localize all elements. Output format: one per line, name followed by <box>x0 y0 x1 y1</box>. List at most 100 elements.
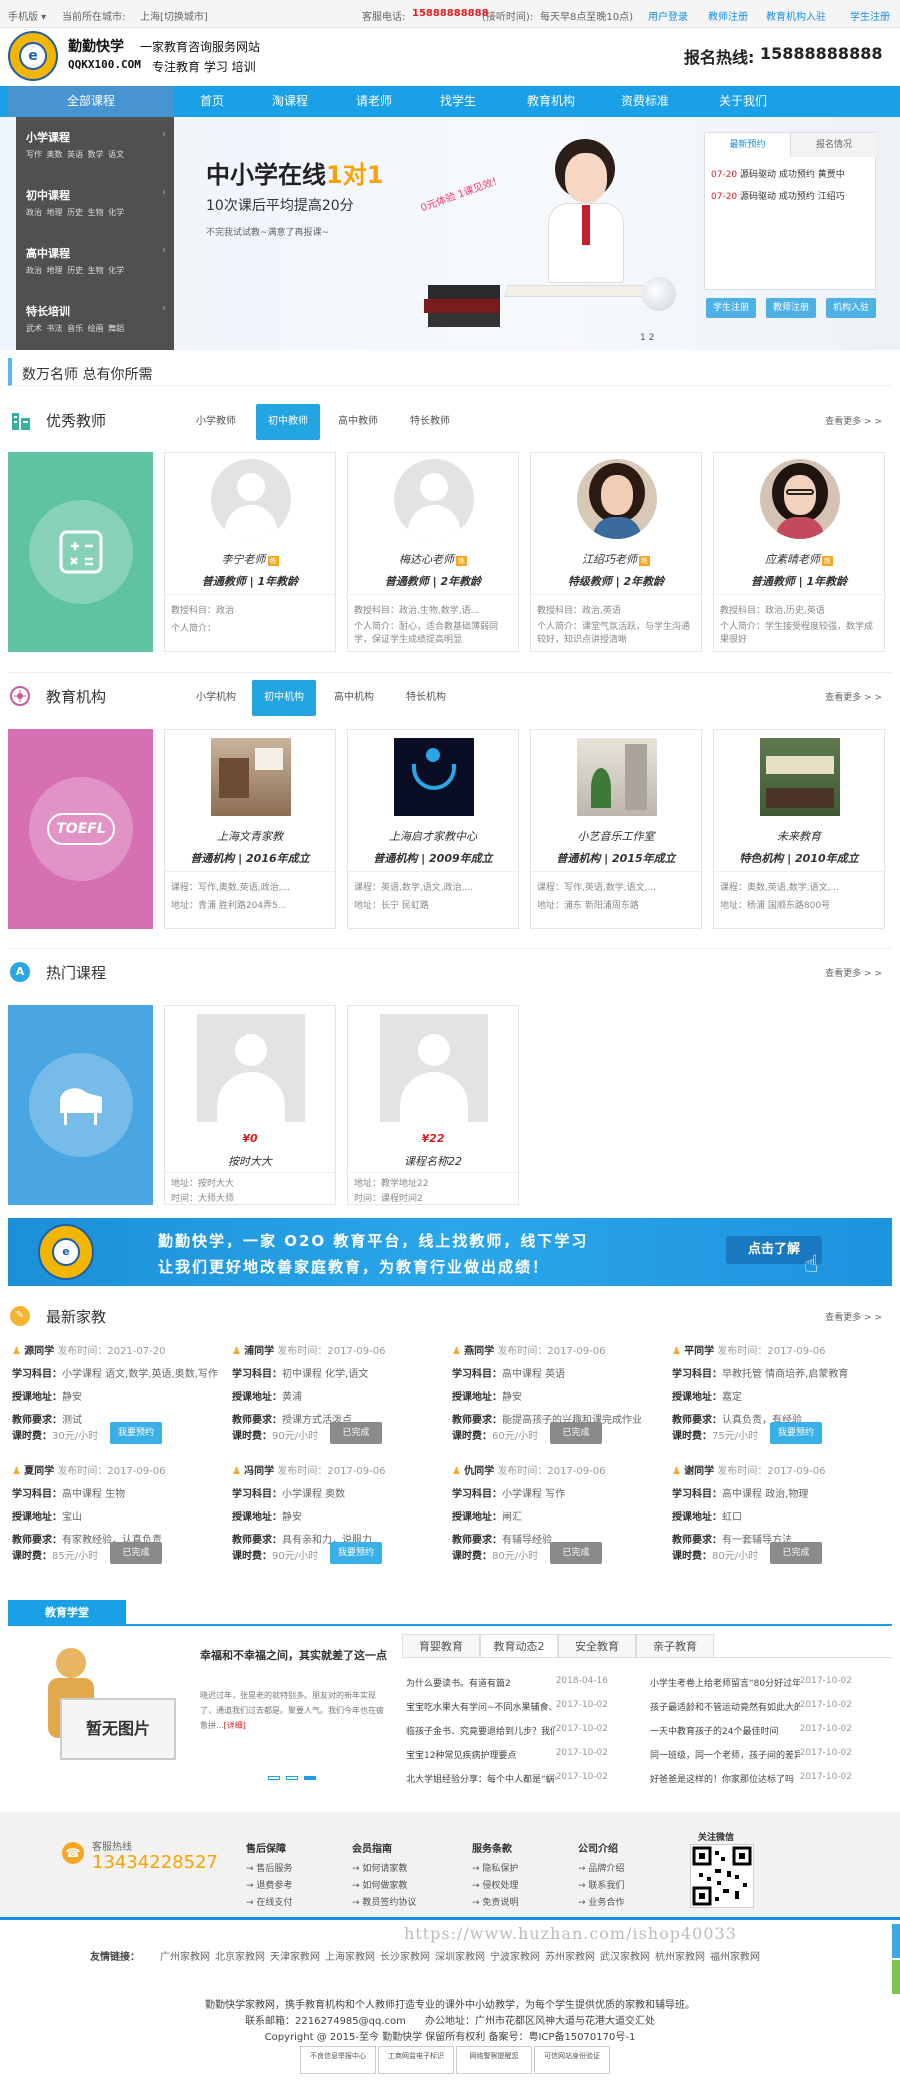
tab-junior-teachers[interactable]: 初中教师 <box>256 404 320 440</box>
jobs-more-link[interactable]: 查看更多 > > <box>825 1310 882 1323</box>
tab-safety-education[interactable]: 安全教育 <box>558 1634 636 1658</box>
category-junior[interactable]: 初中课程 政治 地理 历史 生物 化学 › <box>26 187 166 218</box>
promo-banner[interactable]: e 勤勤快学，一家 O2O 教育平台，线上找教师，线下学习 让我们更好地改善家庭… <box>8 1218 892 1286</box>
friend-link[interactable]: 上海家教网 <box>325 1952 375 1963</box>
book-button[interactable]: 我要预约 <box>110 1422 162 1444</box>
orgs-more-link[interactable]: 查看更多 > > <box>825 690 882 703</box>
completed-button[interactable]: 已完成 <box>550 1542 602 1564</box>
tab-senior-orgs[interactable]: 高中机构 <box>326 680 382 716</box>
banner-page-dots[interactable]: 1 2 <box>640 333 654 343</box>
course-card[interactable]: ¥22 课程名称22 地址：教学地址22 时间：课程时间2 <box>347 1005 519 1205</box>
nav-students[interactable]: 找学生 <box>430 86 486 117</box>
nav-all-courses[interactable]: 全部课程 <box>8 86 174 117</box>
cert-badge[interactable]: 网络警察提醒您 <box>456 2046 532 2074</box>
footer-link[interactable]: → 如何做家教 <box>352 1878 416 1891</box>
org-card[interactable]: 小艺音乐工作室 普通机构 | 2015年成立 课程：写作,英语,数学,语文,..… <box>530 729 702 929</box>
org-card[interactable]: 上海文青家教 普通机构 | 2016年成立 课程：写作,奥数,英语,政治,...… <box>164 729 336 929</box>
nav-courses[interactable]: 淘课程 <box>262 86 318 117</box>
news-item[interactable]: 同一班级，同一个老师，孩子间的差异从哪2017-10-02 <box>650 1748 852 1761</box>
tab-education-news[interactable]: 教育动态2 <box>480 1634 558 1658</box>
tab-talent-orgs[interactable]: 特长机构 <box>398 680 454 716</box>
news-item[interactable]: 临孩子金书、究竟要退给到儿步？我们都错2017-10-02 <box>406 1724 608 1737</box>
footer-link[interactable]: → 售后服务 <box>246 1861 292 1874</box>
tab-senior-teachers[interactable]: 高中教师 <box>330 404 386 440</box>
footer-link[interactable]: → 业务合作 <box>578 1895 624 1908</box>
orgs-tile[interactable]: TOEFL <box>8 729 153 929</box>
slider-dot[interactable] <box>268 1776 280 1780</box>
tab-registration[interactable]: 报名情况 <box>791 133 877 157</box>
teacher-card[interactable]: 梅达心老师练 普通教师 | 2年教龄 教授科目：政治,生物,数学,语... 个人… <box>347 452 519 652</box>
teachers-more-link[interactable]: 查看更多 > > <box>825 414 882 427</box>
friend-link[interactable]: 福州家教网 <box>710 1952 760 1963</box>
login-link[interactable]: 用户登录 <box>648 8 688 23</box>
switch-city-link[interactable]: [切换城市] <box>160 8 208 23</box>
cert-badge[interactable]: 不良信息举报中心 <box>300 2046 376 2074</box>
footer-link[interactable]: → 免责说明 <box>472 1895 518 1908</box>
mobile-link[interactable]: 手机版 ▾ <box>8 8 46 23</box>
slider-dot-active[interactable] <box>304 1776 316 1780</box>
org-card[interactable]: 未来教育 特色机构 | 2010年成立 课程：奥数,英语,数学,语文,... 地… <box>713 729 885 929</box>
friend-link[interactable]: 武汉家教网 <box>600 1952 650 1963</box>
tab-primary-orgs[interactable]: 小学机构 <box>188 680 244 716</box>
tab-parenting-education[interactable]: 亲子教育 <box>636 1634 714 1658</box>
tab-primary-teachers[interactable]: 小学教师 <box>188 404 244 440</box>
friend-link[interactable]: 天津家教网 <box>270 1952 320 1963</box>
friend-link[interactable]: 北京家教网 <box>215 1952 265 1963</box>
org-register-link[interactable]: 教育机构入驻 <box>766 8 826 23</box>
article-title[interactable]: 幸福和不幸福之间，其实就差了这一点 <box>200 1648 390 1664</box>
category-senior[interactable]: 高中课程 政治 地理 历史 生物 化学 › <box>26 245 166 276</box>
footer-link[interactable]: → 退费参考 <box>246 1878 292 1891</box>
friend-link[interactable]: 长沙家教网 <box>380 1952 430 1963</box>
news-item[interactable]: 宝宝吃水果大有学问~不同水果辅食、有不2017-10-02 <box>406 1700 608 1713</box>
completed-button[interactable]: 已完成 <box>550 1422 602 1444</box>
footer-link[interactable]: → 品牌介绍 <box>578 1861 624 1874</box>
student-register-link[interactable]: 学生注册 <box>850 8 890 23</box>
slider-dot[interactable] <box>286 1776 298 1780</box>
nav-home[interactable]: 首页 <box>184 86 240 117</box>
teachers-tile[interactable] <box>8 452 153 652</box>
news-item[interactable]: 好爸爸是这样的！你家那位达标了吗 2017-10-02 <box>650 1772 852 1785</box>
teacher-card[interactable]: 江绍巧老师练 特级教师 | 2年教龄 教授科目：政治,英语 个人简介：课堂气氛活… <box>530 452 702 652</box>
friend-link[interactable]: 深圳家教网 <box>435 1952 485 1963</box>
footer-link[interactable]: → 联系我们 <box>578 1878 624 1891</box>
friend-link[interactable]: 苏州家教网 <box>545 1952 595 1963</box>
nav-fees[interactable]: 资费标准 <box>614 86 676 117</box>
side-widget-blue[interactable] <box>892 1924 900 1958</box>
nav-teachers[interactable]: 请老师 <box>346 86 402 117</box>
category-talent[interactable]: 特长培训 武术 书法 音乐 绘画 舞蹈 › <box>26 303 166 334</box>
news-item[interactable]: 孩子最适龄和不管运动竟然有如此大的区别2017-10-02 <box>650 1700 852 1713</box>
teacher-register-link[interactable]: 教师注册 <box>708 8 748 23</box>
nav-about[interactable]: 关于我们 <box>712 86 774 117</box>
news-item[interactable]: 宝宝12种常见疾病护理要点 2017-10-02 <box>406 1748 608 1761</box>
logo-icon[interactable]: e <box>8 31 58 81</box>
org-join-button[interactable]: 机构入驻 <box>826 298 876 318</box>
friend-link[interactable]: 广州家教网 <box>160 1952 210 1963</box>
tab-junior-orgs[interactable]: 初中机构 <box>252 680 316 716</box>
news-item[interactable]: 小学生考卷上给老师留言“80分好过年” 2017-10-02 <box>650 1676 852 1689</box>
student-register-button[interactable]: 学生注册 <box>706 298 756 318</box>
side-widget-green[interactable] <box>892 1960 900 1994</box>
courses-more-link[interactable]: 查看更多 > > <box>825 966 882 979</box>
news-item[interactable]: 北大学姐经验分享：每个中人都是“蜗牛” 2017-10-02 <box>406 1772 608 1785</box>
tab-infant-education[interactable]: 育婴教育 <box>402 1634 480 1658</box>
tab-talent-teachers[interactable]: 特长教师 <box>402 404 458 440</box>
book-button[interactable]: 我要预约 <box>330 1542 382 1564</box>
friend-link[interactable]: 杭州家教网 <box>655 1952 705 1963</box>
article-detail-link[interactable]: [详细] <box>224 1721 246 1730</box>
org-card[interactable]: 上海启才家教中心 普通机构 | 2009年成立 课程：英语,数学,语文,政治,.… <box>347 729 519 929</box>
completed-button[interactable]: 已完成 <box>330 1422 382 1444</box>
news-item[interactable]: 一天中教育孩子的24个最佳时间 2017-10-02 <box>650 1724 852 1737</box>
nav-orgs[interactable]: 教育机构 <box>520 86 582 117</box>
cert-badge[interactable]: 可信网站身份验证 <box>534 2046 610 2074</box>
footer-link[interactable]: → 教员签约协议 <box>352 1895 416 1908</box>
completed-button[interactable]: 已完成 <box>770 1542 822 1564</box>
footer-link[interactable]: → 侵权处理 <box>472 1878 518 1891</box>
category-primary[interactable]: 小学课程 写作 奥数 英语 数学 语文 › <box>26 129 166 160</box>
courses-tile[interactable] <box>8 1005 153 1205</box>
cert-badge[interactable]: 工商网监电子标识 <box>378 2046 454 2074</box>
teacher-register-button[interactable]: 教师注册 <box>766 298 816 318</box>
teacher-card[interactable]: 李宁老师练 普通教师 | 1年教龄 教授科目：政治 个人简介： <box>164 452 336 652</box>
tab-latest-booking[interactable]: 最新预约 <box>705 133 791 157</box>
footer-link[interactable]: → 在线支付 <box>246 1895 292 1908</box>
footer-link[interactable]: → 隐私保护 <box>472 1861 518 1874</box>
